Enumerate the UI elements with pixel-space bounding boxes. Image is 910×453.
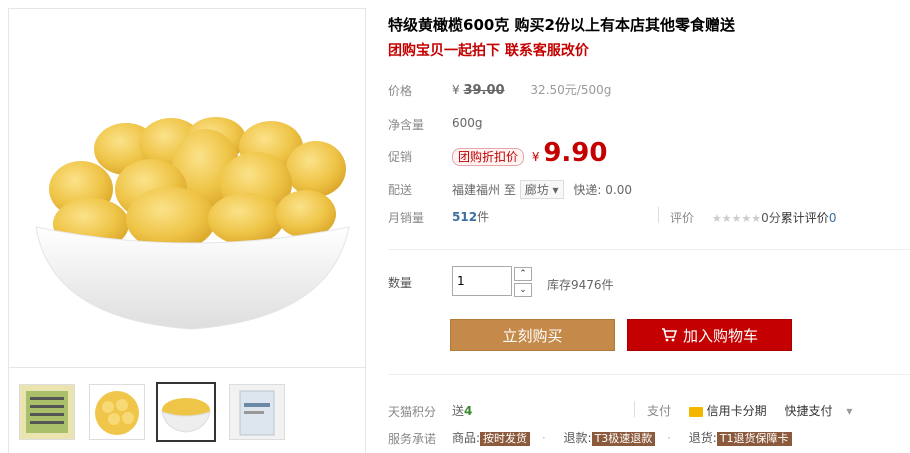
section-divider [388,249,910,250]
quantity-up-button[interactable]: ⌃ [514,267,532,281]
quantity-down-button[interactable]: ⌄ [514,283,532,297]
thumbnail-2[interactable] [89,384,145,440]
points-prefix: 送 [452,404,465,418]
return-guarantee-badge[interactable]: T1退货保障卡 [716,432,792,446]
thumbnail-3[interactable] [156,382,216,442]
review-label: 评价 [670,211,695,225]
buy-now-button[interactable]: 立刻购买 [450,319,615,351]
add-to-cart-label: 加入购物车 [682,327,758,345]
chevron-down-icon[interactable]: ▾ [846,404,852,418]
shipping-from: 福建福州 [452,183,501,197]
promo-label: 促销 [388,150,413,164]
review-link[interactable]: 累计评价0 [781,211,837,225]
credit-installment[interactable]: 信用卡分期 [707,404,767,418]
promo-currency: ¥ [531,150,540,164]
destination-value: 廊坊 [524,183,549,197]
credit-card-icon [688,406,703,417]
points-value: 4 [464,404,473,418]
service-label: 服务承诺 [388,432,437,446]
star-rating-icon: ★★★★★ [711,212,762,225]
promo-row: 团购折扣价 ¥ 9.90 [452,138,607,168]
fast-refund-text: T3极速退款 [594,432,653,445]
fast-refund-badge[interactable]: T3极速退款 [591,432,656,446]
shipping-row: 福建福州 至 廊坊 ▾ 快递: 0.00 [452,180,632,199]
express-fee: 快递: 0.00 [573,183,632,197]
service-refund: 退款: [563,431,592,445]
currency-symbol: ¥ [452,83,460,97]
section-divider-2 [388,374,910,375]
sales-count: 512 [452,210,478,224]
review-row: 评价 ★★★★★0分累计评价0 [670,209,836,226]
add-to-cart-button[interactable]: 加入购物车 [627,319,792,351]
cart-icon [661,321,678,353]
service-return: 退货: [688,431,717,445]
return-guarantee-text: T1退货保障卡 [719,432,789,445]
review-count: 0 [828,211,837,225]
quantity-label: 数量 [388,276,413,290]
stock-count: 库存9476件 [547,278,614,292]
rating-score: 0分 [761,211,781,225]
payment-label: 支付 [647,404,672,418]
service-row: 商品: 按时发货 · 退款: T3极速退款 · 退货: T1退货保障卡 [452,429,792,446]
price-label: 价格 [388,84,413,98]
product-subtitle: 团购宝贝一起拍下 联系客服改价 [388,43,589,59]
sales-divider [658,207,659,223]
main-product-image[interactable] [31,109,351,349]
net-weight-label: 净含量 [388,118,425,132]
payment-row: 支付 信用卡分期 快捷支付 ▾ [647,402,852,419]
review-text: 累计评价 [780,211,829,225]
chevron-down-icon: ⌄ [519,285,527,295]
price-row: ¥ 39.00 32.50元/500g [452,81,611,98]
sales-row: 512件 [452,208,489,225]
thumbnail-1[interactable] [19,384,75,440]
original-price: 39.00 [463,83,505,98]
destination-select[interactable]: 廊坊 ▾ [519,180,564,199]
shipping-label: 配送 [388,183,413,197]
service-goods: 商品: [452,431,481,445]
points-label: 天猫积分 [388,405,437,419]
points-row: 送4 [452,402,472,419]
promo-tag: 团购折扣价 [452,148,525,166]
chevron-down-icon: ▾ [552,183,559,197]
unit-price: 32.50元/500g [530,83,612,97]
ontime-ship-badge[interactable]: 按时发货 [480,432,531,446]
net-weight-value: 600g [452,116,483,130]
thumbnail-4[interactable] [229,384,285,440]
thumbnail-strip [9,367,365,453]
quantity-input[interactable] [452,266,512,296]
promo-price: 9.90 [543,138,608,168]
points-divider [634,401,635,417]
sales-unit: 件 [477,210,490,224]
sales-label: 月销量 [388,211,425,225]
quick-pay[interactable]: 快捷支付 [785,404,833,418]
shipping-to-word: 至 [503,183,516,197]
product-gallery [8,8,366,453]
product-title: 特级黄橄榄600克 购买2份以上有本店其他零食赠送 [388,16,735,34]
chevron-up-icon: ⌃ [519,269,527,279]
